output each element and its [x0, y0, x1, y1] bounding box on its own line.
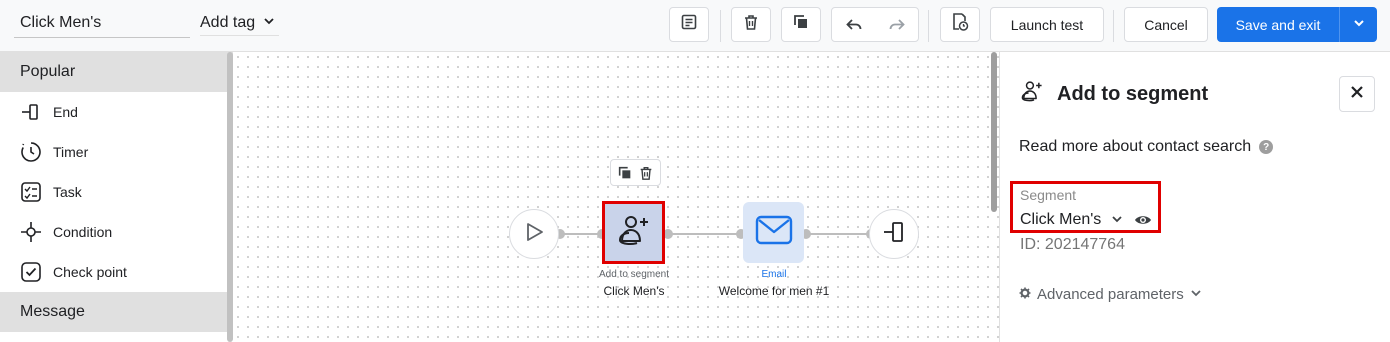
segment-id: ID: 202147764 — [1020, 236, 1125, 253]
palette-item-label: Condition — [53, 224, 113, 240]
chevron-down-icon[interactable] — [1111, 213, 1123, 225]
timer-icon — [20, 141, 42, 163]
panel-title: Add to segment — [1057, 82, 1209, 105]
trash-icon[interactable] — [638, 165, 654, 181]
copy-icon[interactable] — [617, 165, 633, 181]
launch-test-label: Launch test — [1010, 16, 1084, 33]
palette-item-label: Check point — [53, 264, 127, 280]
cancel-label: Cancel — [1144, 16, 1188, 33]
palette-item-task[interactable]: Task — [0, 172, 233, 212]
gear-icon — [1019, 286, 1031, 303]
copy-icon — [792, 13, 810, 36]
read-more-link[interactable]: Read more about contact search ? — [1019, 138, 1274, 156]
palette-item-label: Timer — [53, 144, 89, 160]
segment-selected-value: Click Men's — [1020, 211, 1102, 228]
toolbar-divider — [1113, 10, 1114, 42]
workflow-canvas[interactable] — [233, 52, 999, 342]
mail-icon — [755, 215, 793, 250]
end-icon — [882, 220, 906, 249]
connector-line — [665, 233, 743, 235]
advanced-parameters-toggle[interactable]: Advanced parameters — [1019, 286, 1202, 303]
start-node[interactable] — [509, 209, 559, 259]
end-node[interactable] — [869, 209, 919, 259]
cancel-button[interactable]: Cancel — [1124, 7, 1208, 42]
add-to-segment-node[interactable] — [602, 201, 665, 264]
add-tag-dropdown[interactable]: Add tag — [200, 10, 280, 36]
save-button-group: Save and exit — [1217, 7, 1377, 42]
palette-item-check-point[interactable]: Check point — [0, 252, 233, 292]
document-history-icon — [951, 12, 969, 37]
save-and-exit-button[interactable]: Save and exit — [1217, 7, 1339, 42]
read-more-label: Read more about contact search — [1019, 138, 1252, 155]
canvas-scrollbar[interactable] — [991, 52, 997, 212]
eye-icon[interactable] — [1134, 213, 1152, 227]
segment-field-label: Segment — [1020, 187, 1077, 203]
palette-group-title: Popular — [20, 63, 76, 80]
play-icon — [523, 221, 545, 248]
palette-group-header[interactable]: Popular — [0, 52, 233, 92]
close-panel-button[interactable] — [1339, 76, 1375, 112]
connector-line — [560, 233, 602, 235]
toolbar: Add tag Launch test — [0, 0, 1390, 52]
help-icon[interactable]: ? — [1259, 140, 1274, 154]
email-node[interactable] — [743, 202, 804, 263]
trash-icon — [742, 13, 760, 36]
task-icon — [20, 181, 42, 203]
segment-add-icon — [1019, 78, 1045, 110]
notes-icon — [680, 13, 698, 36]
launch-test-button[interactable]: Launch test — [990, 7, 1104, 42]
node-name-label: Click Men's — [603, 284, 665, 298]
chevron-down-icon — [1190, 286, 1202, 303]
palette-item-label: Task — [53, 184, 82, 200]
palette-item-condition[interactable]: Condition — [0, 212, 233, 252]
close-icon — [1350, 85, 1364, 104]
segment-add-icon — [615, 211, 653, 254]
element-palette: Popular End Timer Task Condition Check p… — [0, 52, 233, 342]
undo-redo-group — [831, 7, 919, 42]
campaign-name-input[interactable] — [14, 8, 190, 38]
advanced-parameters-label: Advanced parameters — [1037, 286, 1184, 303]
end-icon — [20, 101, 42, 123]
node-name-label: Welcome for men #1 — [718, 284, 830, 298]
palette-group-header[interactable]: Message — [0, 292, 233, 332]
toolbar-divider — [720, 10, 721, 42]
history-button[interactable] — [940, 7, 980, 42]
check-point-icon — [20, 261, 42, 283]
palette-item-timer[interactable]: Timer — [0, 132, 233, 172]
chevron-down-icon — [263, 14, 275, 32]
segment-select[interactable]: Click Men's — [1020, 211, 1101, 229]
undo-icon[interactable] — [832, 16, 875, 34]
node-type-label: Add to segment — [598, 269, 670, 280]
notes-button[interactable] — [669, 7, 709, 42]
redo-icon[interactable] — [875, 16, 918, 34]
toolbar-divider — [928, 10, 929, 42]
condition-icon — [20, 221, 42, 243]
palette-item-end[interactable]: End — [0, 92, 233, 132]
copy-button[interactable] — [781, 7, 821, 42]
node-type-label: Email — [761, 269, 787, 280]
palette-group-title: Message — [20, 303, 85, 320]
panel-header: Add to segment — [1019, 78, 1208, 110]
node-action-bar — [610, 159, 661, 186]
save-and-exit-label: Save and exit — [1235, 16, 1321, 33]
add-tag-label: Add tag — [200, 13, 256, 31]
chevron-down-icon — [1353, 16, 1365, 34]
connector-line — [804, 233, 870, 235]
delete-button[interactable] — [731, 7, 771, 42]
palette-item-label: End — [53, 104, 78, 120]
save-options-button[interactable] — [1339, 7, 1377, 42]
